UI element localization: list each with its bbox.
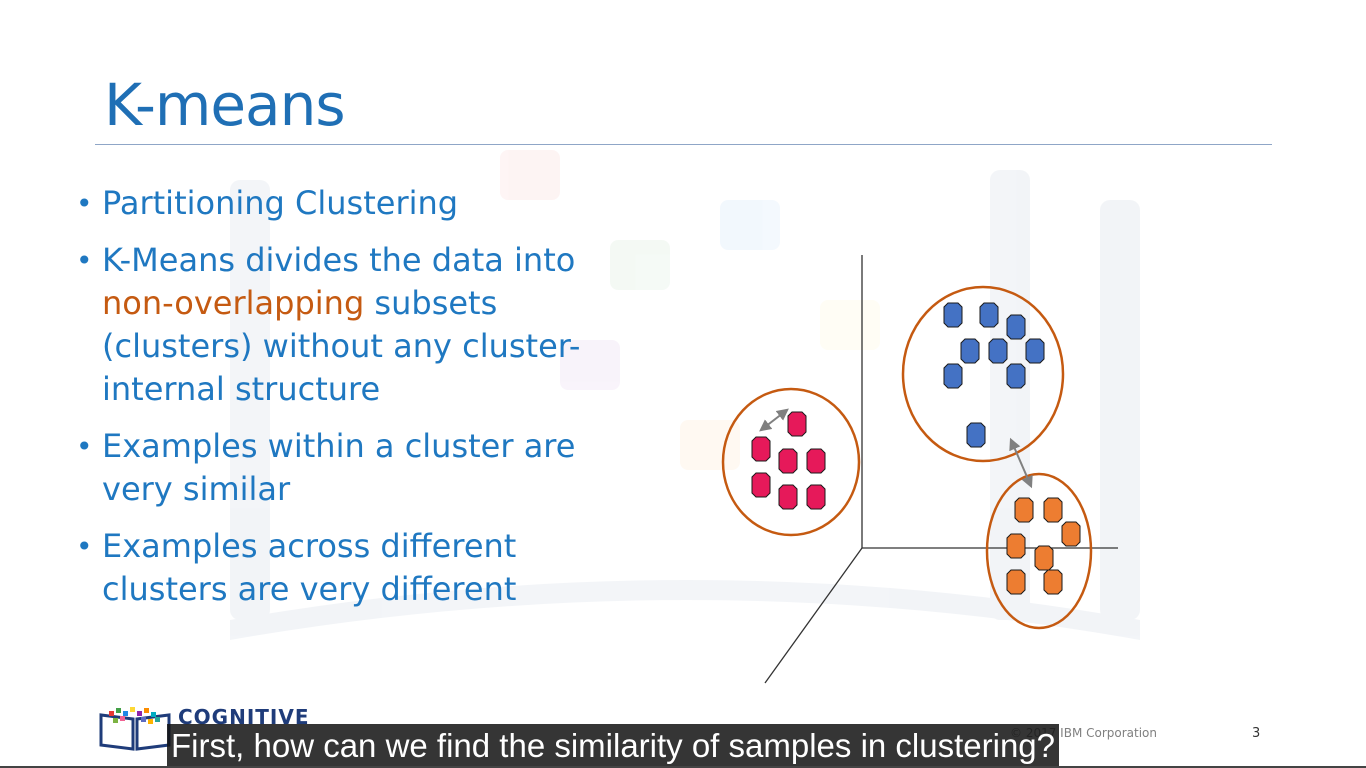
blue-point bbox=[1025, 338, 1045, 364]
pink-point bbox=[751, 472, 771, 498]
z-axis bbox=[764, 547, 863, 684]
orange-point bbox=[1043, 497, 1063, 523]
pink-point bbox=[787, 411, 807, 437]
blue-point bbox=[966, 422, 986, 448]
blue-point bbox=[988, 338, 1008, 364]
pink-point bbox=[778, 448, 798, 474]
video-subtitle: First, how can we find the similarity of… bbox=[167, 724, 1060, 768]
orange-point bbox=[1043, 569, 1063, 595]
cluster-diagram bbox=[721, 255, 1118, 684]
page-number: 3 bbox=[1252, 726, 1261, 741]
pink-point bbox=[751, 436, 771, 462]
pink-point bbox=[806, 448, 826, 474]
intra-cluster-distance-arrow bbox=[759, 408, 789, 432]
blue-point bbox=[1006, 363, 1026, 389]
blue-point bbox=[1006, 314, 1026, 340]
orange-point bbox=[1061, 521, 1081, 547]
pink-point bbox=[778, 484, 798, 510]
blue-point bbox=[960, 338, 980, 364]
blue-point bbox=[979, 302, 999, 328]
cognitive-class-logo-icon bbox=[99, 707, 171, 751]
pink-point bbox=[806, 484, 826, 510]
blue-point bbox=[943, 363, 963, 389]
orange-point bbox=[1006, 569, 1026, 595]
data-points bbox=[751, 302, 1081, 595]
blue-point bbox=[943, 302, 963, 328]
orange-point bbox=[1034, 545, 1054, 571]
orange-point bbox=[1006, 533, 1026, 559]
orange-point bbox=[1014, 497, 1034, 523]
